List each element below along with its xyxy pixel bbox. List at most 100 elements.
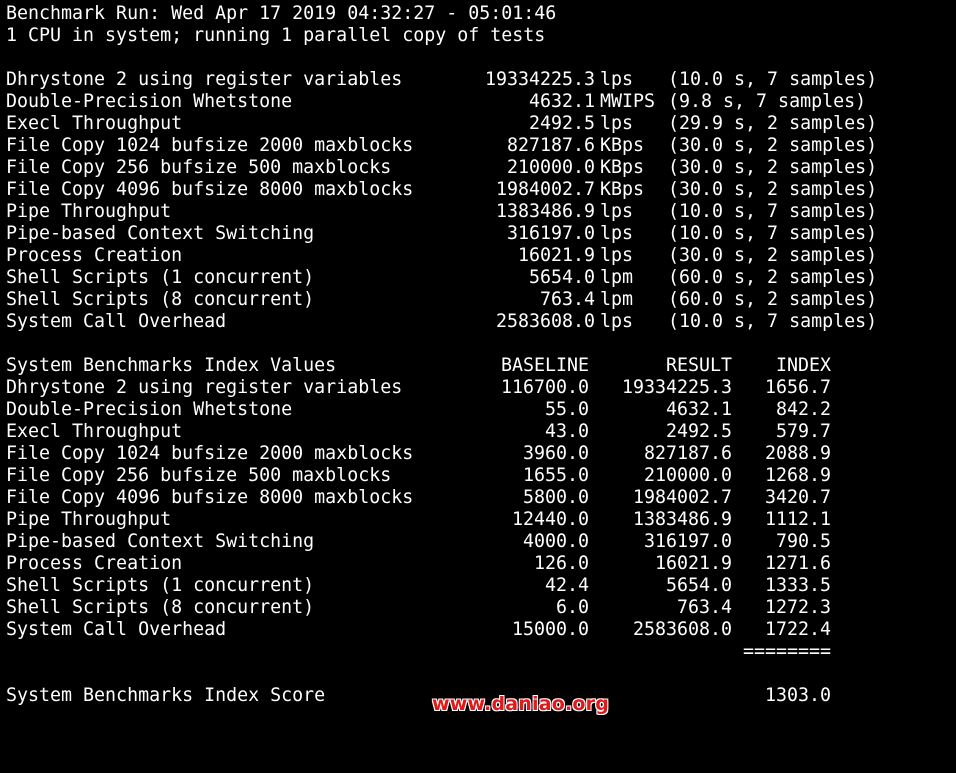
index-test-name: Dhrystone 2 using register variables	[6, 377, 403, 398]
index-value-row: Shell Scripts (1 concurrent) 42.4 5654.0 13…	[6, 575, 950, 597]
test-name: System Call Overhead	[6, 311, 227, 332]
index-header-row: System Benchmarks Index Values BASELINE …	[6, 355, 950, 377]
index-value: 1272.3	[764, 597, 831, 618]
test-name: Pipe-based Context Switching	[6, 223, 315, 244]
result-value: 210000.0	[643, 465, 732, 486]
test-value: 2492.5	[528, 113, 595, 134]
test-duration-samples: (60.0 s, 2 samples)	[668, 289, 878, 310]
test-value: 210000.0	[506, 157, 595, 178]
index-test-name: Shell Scripts (1 concurrent)	[6, 575, 315, 596]
result-value: 4632.1	[665, 399, 732, 420]
baseline-value: 15000.0	[511, 619, 589, 640]
index-value-row: Dhrystone 2 using register variables 1167…	[6, 377, 950, 399]
index-value: 1722.4	[764, 619, 831, 640]
test-result-row: Execl Throughput 2492.5 lps (29.9 s, 2 samp…	[6, 113, 950, 135]
index-value: 1333.5	[764, 575, 831, 596]
test-duration-samples: (10.0 s, 7 samples)	[668, 69, 878, 90]
test-duration-samples: (30.0 s, 2 samples)	[668, 157, 878, 178]
baseline-header: BASELINE	[500, 355, 589, 376]
index-value-row: File Copy 256 bufsize 500 maxblocks 1655.…	[6, 465, 950, 487]
test-result-row: Double-Precision Whetstone 4632.1 MWIPS (9.…	[6, 91, 950, 113]
test-duration-samples: (10.0 s, 7 samples)	[668, 311, 878, 332]
baseline-value: 43.0	[544, 421, 589, 442]
index-separator: ========	[742, 641, 831, 662]
site-watermark: www.daniao.org	[432, 693, 610, 715]
baseline-value: 42.4	[544, 575, 589, 596]
index-value: 3420.7	[764, 487, 831, 508]
test-result-row: Shell Scripts (8 concurrent) 763.4 lpm (60.…	[6, 289, 950, 311]
test-value: 763.4	[539, 289, 595, 310]
test-duration-samples: (30.0 s, 2 samples)	[668, 135, 878, 156]
result-value: 316197.0	[643, 531, 732, 552]
result-value: 2583608.0	[632, 619, 732, 640]
benchmark-run-line: Benchmark Run: Wed Apr 17 2019 04:32:27 …	[6, 3, 557, 24]
baseline-value: 116700.0	[500, 377, 589, 398]
index-test-name: Process Creation	[6, 553, 183, 574]
index-test-name: File Copy 1024 bufsize 2000 maxblocks	[6, 443, 414, 464]
index-test-name: File Copy 256 bufsize 500 maxblocks	[6, 465, 392, 486]
test-duration-samples: (10.0 s, 7 samples)	[668, 201, 878, 222]
test-name: Pipe Throughput	[6, 201, 172, 222]
test-unit: lps	[600, 201, 634, 222]
index-test-name: Pipe-based Context Switching	[6, 531, 315, 552]
test-result-row: Pipe Throughput 1383486.9 lps (10.0 s, 7 sa…	[6, 201, 950, 223]
baseline-value: 1655.0	[522, 465, 589, 486]
test-value: 1984002.7	[495, 179, 595, 200]
terminal-output: ----------------------------------------…	[6, 0, 950, 707]
test-result-row: Pipe-based Context Switching 316197.0 lps (…	[6, 223, 950, 245]
index-values-list: Dhrystone 2 using register variables 1167…	[6, 377, 950, 641]
result-value: 1383486.9	[632, 509, 732, 530]
test-result-row: System Call Overhead 2583608.0 lps (10.0 s,…	[6, 311, 950, 333]
test-value: 1383486.9	[495, 201, 595, 222]
test-duration-samples: (60.0 s, 2 samples)	[668, 267, 878, 288]
baseline-value: 55.0	[544, 399, 589, 420]
index-value-row: File Copy 4096 bufsize 8000 maxblocks 580…	[6, 487, 950, 509]
result-value: 5654.0	[665, 575, 732, 596]
test-result-row: Dhrystone 2 using register variables 1933…	[6, 69, 950, 91]
test-unit: lps	[600, 245, 634, 266]
index-value: 842.2	[775, 399, 831, 420]
test-name: Execl Throughput	[6, 113, 183, 134]
index-test-name: System Call Overhead	[6, 619, 227, 640]
test-name: Shell Scripts (8 concurrent)	[6, 289, 315, 310]
index-value-row: System Call Overhead 15000.0 2583608.0 1722…	[6, 619, 950, 641]
test-result-row: Shell Scripts (1 concurrent) 5654.0 lpm (60…	[6, 267, 950, 289]
baseline-value: 12440.0	[511, 509, 589, 530]
test-result-row: File Copy 256 bufsize 500 maxblocks 21000…	[6, 157, 950, 179]
index-value-row: Pipe-based Context Switching 4000.0 316197…	[6, 531, 950, 553]
index-separator-row: ========	[6, 641, 950, 663]
test-unit: KBps	[600, 135, 645, 156]
test-value: 316197.0	[506, 223, 595, 244]
test-unit: lpm	[600, 289, 634, 310]
index-title: System Benchmarks Index Values	[6, 355, 337, 376]
index-value: 1268.9	[764, 465, 831, 486]
result-value: 763.4	[676, 597, 732, 618]
index-header: INDEX	[775, 355, 831, 376]
index-test-name: File Copy 4096 bufsize 8000 maxblocks	[6, 487, 414, 508]
result-value: 1984002.7	[632, 487, 732, 508]
test-unit: MWIPS	[600, 91, 656, 112]
test-results-list: Dhrystone 2 using register variables 1933…	[6, 69, 950, 333]
baseline-value: 5800.0	[522, 487, 589, 508]
index-value-row: Shell Scripts (8 concurrent) 6.0 763.4 1272…	[6, 597, 950, 619]
result-value: 827187.6	[643, 443, 732, 464]
test-name: File Copy 4096 bufsize 8000 maxblocks	[6, 179, 414, 200]
test-name: Dhrystone 2 using register variables	[6, 69, 403, 90]
test-unit: KBps	[600, 179, 645, 200]
test-duration-samples: (9.8 s, 7 samples)	[668, 91, 867, 112]
index-value: 1656.7	[764, 377, 831, 398]
index-value-row: Pipe Throughput 12440.0 1383486.9 1112.1	[6, 509, 950, 531]
baseline-value: 126.0	[533, 553, 589, 574]
result-value: 19334225.3	[621, 377, 732, 398]
index-value-row: Process Creation 126.0 16021.9 1271.6	[6, 553, 950, 575]
test-unit: lps	[600, 69, 634, 90]
index-score-value: 1303.0	[764, 685, 831, 706]
index-test-name: Shell Scripts (8 concurrent)	[6, 597, 315, 618]
baseline-value: 3960.0	[522, 443, 589, 464]
test-duration-samples: (29.9 s, 2 samples)	[668, 113, 878, 134]
result-value: 2492.5	[665, 421, 732, 442]
test-value: 827187.6	[506, 135, 595, 156]
index-value: 579.7	[775, 421, 831, 442]
